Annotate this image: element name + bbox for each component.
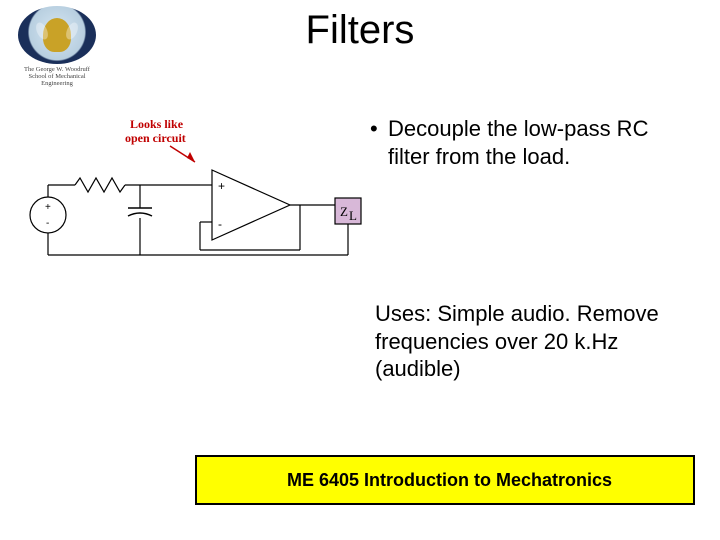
resistor-icon: [75, 178, 125, 192]
load-box: [335, 198, 361, 224]
annotation-line2: open circuit: [125, 131, 186, 145]
capacitor-bottom-plate: [128, 213, 152, 216]
bullet-item: •Decouple the low-pass RC filter from th…: [370, 115, 700, 170]
opamp-minus-label: -: [218, 217, 222, 231]
bullet-text: Decouple the low-pass RC filter from the…: [388, 115, 688, 170]
bullet-dot-icon: •: [370, 115, 388, 143]
circuit-diagram: Looks like open circuit + - Z: [0, 100, 370, 280]
annotation-line1: Looks like: [130, 117, 184, 131]
course-footer: ME 6405 Introduction to Mechatronics: [195, 455, 695, 505]
course-footer-text: ME 6405 Introduction to Mechatronics: [287, 470, 612, 491]
source-plus-label: +: [45, 202, 51, 213]
logo-caption: The George W. Woodruff School of Mechani…: [12, 66, 102, 87]
slide-title: Filters: [0, 8, 720, 53]
opamp-plus-label: +: [218, 179, 225, 193]
logo-caption-line1: The George W. Woodruff: [24, 66, 90, 73]
logo-caption-line2: School of Mechanical Engineering: [28, 73, 85, 87]
annotation-arrowhead: [187, 152, 195, 162]
load-label: Z: [340, 204, 348, 219]
uses-text: Uses: Simple audio. Remove frequencies o…: [375, 300, 705, 383]
source-minus-label: -: [46, 218, 49, 229]
load-subscript: L: [349, 208, 357, 223]
